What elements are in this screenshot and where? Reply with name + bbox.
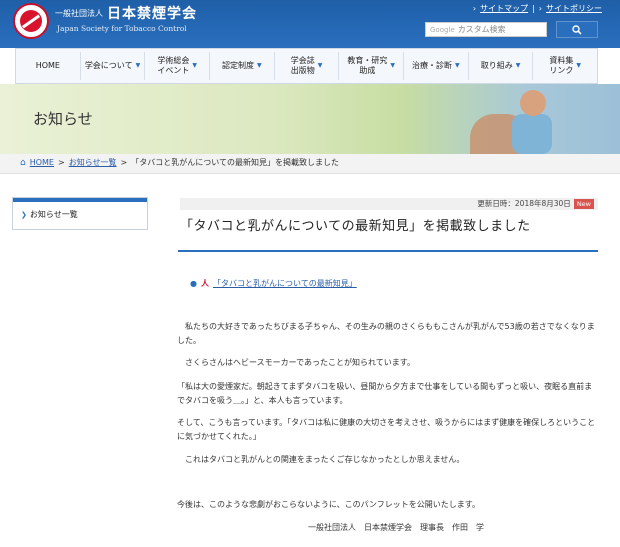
nav-journal[interactable]: 学会誌 出版物 ▼ bbox=[275, 52, 340, 80]
site-header: 一般社団法人 日本禁煙学会 Japan Society for Tobacco … bbox=[0, 0, 620, 48]
caret-down-icon: ▼ bbox=[135, 62, 141, 69]
bullet-icon: ● bbox=[190, 279, 197, 288]
nav-label: HOME bbox=[35, 61, 60, 70]
chevron-right-icon: › bbox=[538, 4, 542, 13]
breadcrumb-separator: > bbox=[58, 158, 65, 167]
caret-down-icon: ▼ bbox=[257, 62, 262, 69]
nav-label: 学術総会 イベント bbox=[157, 56, 190, 75]
nav-initiatives[interactable]: 取り組み ▼ bbox=[469, 52, 534, 80]
no-smoking-logo-icon[interactable] bbox=[13, 3, 49, 39]
sidebar: ❯ お知らせ一覧 bbox=[12, 197, 148, 230]
search-icon bbox=[572, 24, 582, 35]
updated-date-bar: 更新日時：2018年8月30日 New bbox=[180, 198, 598, 210]
link-separator: | bbox=[532, 4, 535, 13]
article-paragraph: 「私は大の愛煙家だ。朝起きてまずタバコを吸い、昼間から夕方まで仕事をしている間も… bbox=[177, 382, 593, 405]
nav-label: 取り組み bbox=[480, 61, 513, 70]
pdf-list-item: ● 人 「タバコと乳がんについての最新知見」 bbox=[190, 278, 357, 289]
updated-date: 更新日時：2018年8月30日 bbox=[477, 199, 571, 208]
sitemap-link[interactable]: サイトマップ bbox=[480, 3, 528, 14]
breadcrumb-home-link[interactable]: HOME bbox=[30, 158, 54, 167]
org-prefix: 一般社団法人 bbox=[55, 9, 103, 18]
caret-down-icon: ▼ bbox=[455, 62, 460, 69]
search-placeholder: カスタム検索 bbox=[457, 25, 506, 34]
sidebar-item-label: お知らせ一覧 bbox=[29, 210, 78, 219]
sidebar-accent bbox=[13, 198, 147, 202]
breadcrumb-separator: > bbox=[120, 158, 128, 167]
google-brand-label: Google bbox=[430, 26, 455, 34]
breadcrumb-list-link[interactable]: お知らせ一覧 bbox=[69, 157, 117, 168]
article-paragraph: これはタバコと乳がんとの関連をまったくご存じなかったとしか思えません。 bbox=[185, 455, 465, 464]
pdf-icon: 人 bbox=[200, 279, 209, 288]
title-divider bbox=[178, 250, 598, 252]
nav-education[interactable]: 教育・研究 助成 ▼ bbox=[339, 52, 405, 80]
nav-label: 教育・研究 助成 bbox=[347, 56, 388, 75]
nav-treatment[interactable]: 治療・診断 ▼ bbox=[404, 52, 469, 80]
org-name[interactable]: 日本禁煙学会 bbox=[107, 3, 197, 23]
search-input[interactable]: Google カスタム検索 bbox=[425, 22, 547, 37]
sidebar-item-news-list[interactable]: ❯ お知らせ一覧 bbox=[21, 209, 78, 220]
nav-label: 資料集 リンク bbox=[549, 56, 574, 75]
breadcrumb-current: 「タバコと乳がんについての最新知見」を掲載致しました bbox=[131, 158, 340, 167]
chevron-right-icon: ❯ bbox=[21, 211, 27, 219]
nav-conference[interactable]: 学術総会 イベント ▼ bbox=[145, 52, 211, 80]
article-paragraph: さくらさんはヘビースモーカーであったことが知られています。 bbox=[185, 358, 415, 367]
nav-resources[interactable]: 資料集 リンク ▼ bbox=[533, 52, 597, 80]
nav-home[interactable]: HOME bbox=[16, 52, 81, 80]
banner-photo-child-body bbox=[512, 114, 552, 154]
org-english-name: Japan Society for Tobacco Control bbox=[57, 24, 187, 33]
caret-down-icon: ▼ bbox=[192, 62, 197, 69]
page-banner: お知らせ bbox=[0, 84, 620, 154]
caret-down-icon: ▼ bbox=[576, 62, 582, 69]
chevron-right-icon: › bbox=[472, 4, 477, 13]
utility-links: › サイトマップ | › サイトポリシー bbox=[473, 3, 602, 14]
site-policy-link[interactable]: サイトポリシー bbox=[546, 3, 602, 14]
article-signature: 一般社団法人 日本禁煙学会 理事長 作田 学 bbox=[308, 523, 484, 532]
caret-down-icon: ▼ bbox=[317, 62, 323, 69]
home-icon: ⌂ bbox=[20, 157, 26, 168]
nav-certification[interactable]: 認定制度 ▼ bbox=[210, 52, 275, 80]
article-paragraph: 私たちの大好きであったちびまる子ちゃん、その生みの親のさくらももこさんが乳がんで… bbox=[177, 322, 595, 345]
nav-label: 学会誌 出版物 bbox=[290, 56, 315, 75]
pdf-link[interactable]: 「タバコと乳がんについての最新知見」 bbox=[213, 278, 357, 289]
page-title: お知らせ bbox=[33, 110, 93, 128]
caret-down-icon: ▼ bbox=[390, 62, 395, 69]
nav-label: 治療・診断 bbox=[412, 61, 453, 70]
new-badge: New bbox=[573, 199, 594, 209]
main-nav: HOME 学会について ▼ 学術総会 イベント ▼ 認定制度 ▼ 学会誌 出版物 ▼ 教… bbox=[15, 48, 598, 84]
nav-label: 認定制度 bbox=[222, 61, 255, 70]
caret-down-icon: ▼ bbox=[515, 62, 521, 69]
nav-about[interactable]: 学会について ▼ bbox=[81, 52, 146, 80]
breadcrumb: ⌂ HOME > お知らせ一覧 > 「タバコと乳がんについての最新知見」を掲載致… bbox=[20, 157, 339, 168]
search-button[interactable] bbox=[556, 21, 598, 38]
article-paragraph: 今後は、このような悲劇がおこらないように、このパンフレットを公開いたします。 bbox=[177, 500, 480, 509]
nav-label: 学会について bbox=[84, 61, 133, 70]
article-paragraph: そして、こうも言っています。「タバコは私に健康の大切さを考えさせ、吸うからにはま… bbox=[177, 418, 596, 441]
banner-photo-child-head bbox=[520, 90, 546, 116]
article-title: 「タバコと乳がんについての最新知見」を掲載致しました bbox=[180, 219, 531, 234]
